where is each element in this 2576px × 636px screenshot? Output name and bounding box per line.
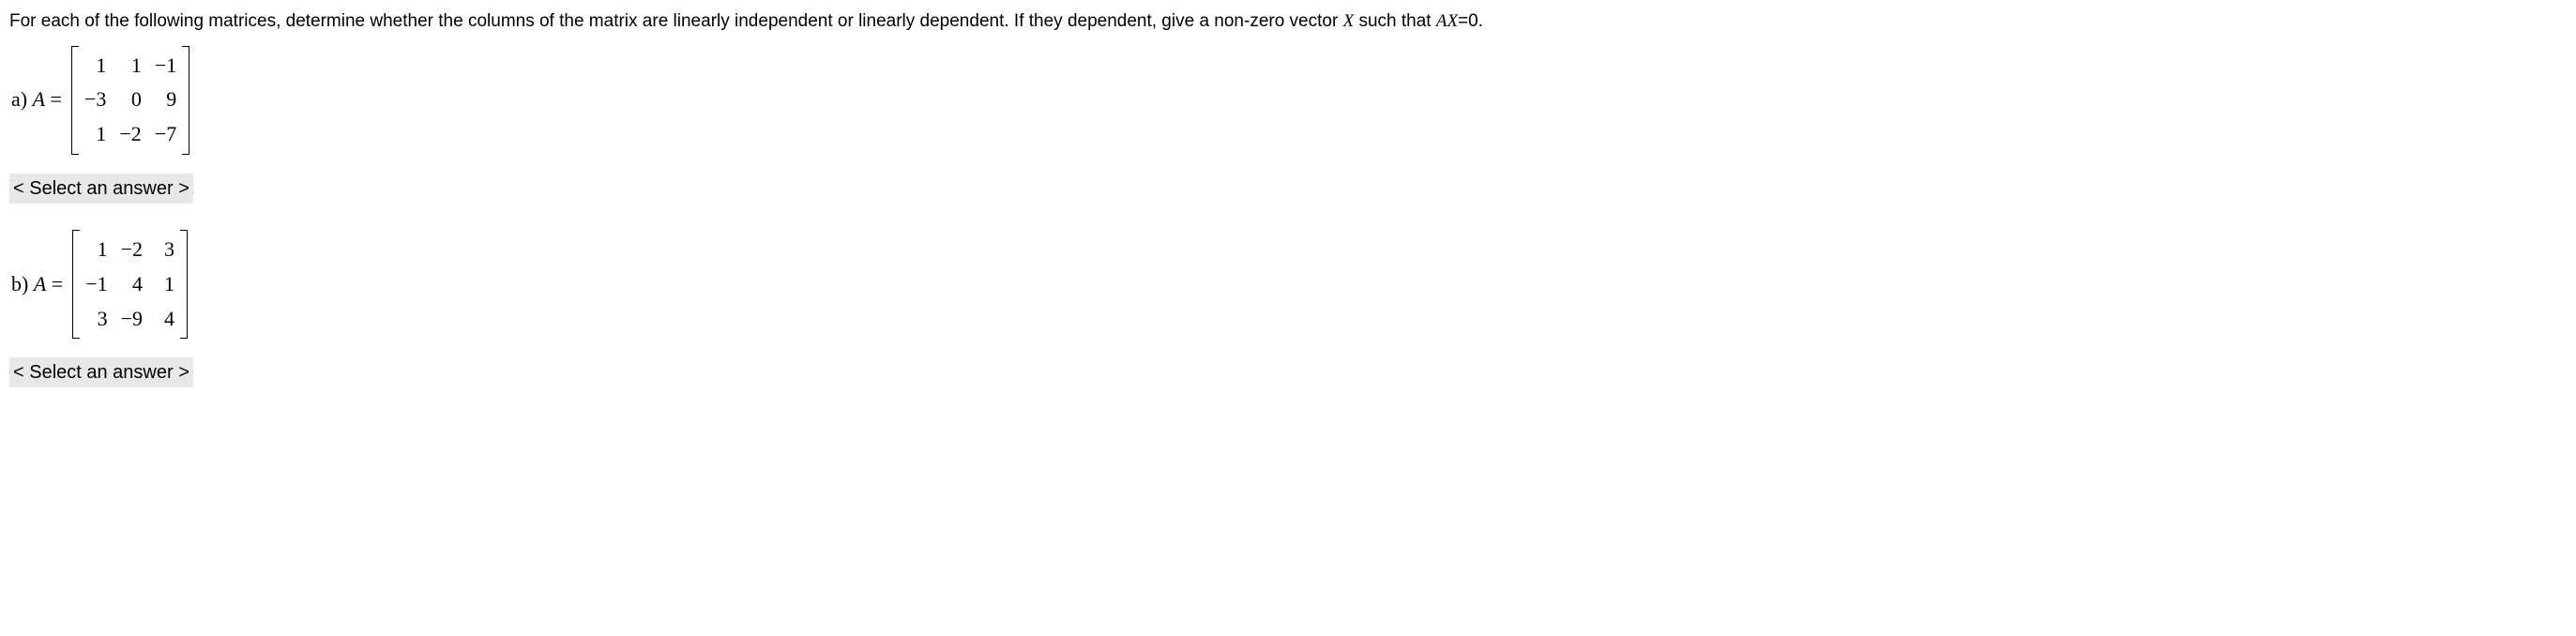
bracket-left-icon	[71, 46, 79, 155]
select-answer-a[interactable]: < Select an answer >	[9, 174, 193, 204]
matrix-b-cell: 4	[121, 270, 143, 299]
instructions-text-post: =0.	[1458, 11, 1483, 31]
bracket-left-icon	[72, 230, 80, 339]
problem-a-var: A	[33, 87, 45, 111]
instructions-text-mid: such that	[1354, 11, 1436, 31]
matrix-b-cell: −9	[121, 305, 143, 334]
matrix-b-cell: −1	[85, 270, 107, 299]
instructions-eq-ax: AX	[1436, 11, 1458, 31]
matrix-a-cell: −1	[155, 52, 176, 81]
matrix-b-cell: −2	[121, 235, 143, 265]
matrix-b-cell: 3	[156, 235, 174, 265]
matrix-a-cell: 1	[84, 52, 106, 81]
problem-b-label: b) A =	[11, 270, 63, 299]
matrix-a: 1 1 −1 −3 0 9 1 −2 −7	[71, 46, 189, 155]
matrix-b-cell: 1	[85, 235, 107, 265]
matrix-b-cell: 3	[85, 305, 107, 334]
instructions-var-x: X	[1343, 11, 1355, 31]
matrix-a-grid: 1 1 −1 −3 0 9 1 −2 −7	[79, 46, 182, 155]
matrix-b-grid: 1 −2 3 −1 4 1 3 −9 4	[80, 230, 180, 339]
instructions-text-pre: For each of the following matrices, dete…	[9, 11, 1343, 31]
matrix-b: 1 −2 3 −1 4 1 3 −9 4	[72, 230, 188, 339]
matrix-a-cell: 1	[119, 52, 141, 81]
problem-b-var: A	[34, 272, 46, 295]
matrix-b-cell: 4	[156, 305, 174, 334]
matrix-a-cell: −2	[119, 120, 141, 149]
problem-a-letter: a)	[11, 87, 33, 111]
bracket-right-icon	[182, 46, 189, 155]
problem-b-letter: b)	[11, 272, 34, 295]
matrix-a-cell: 0	[119, 85, 141, 114]
matrix-a-cell: −7	[155, 120, 176, 149]
matrix-a-cell: 9	[155, 85, 176, 114]
problem-b: b) A = 1 −2 3 −1 4 1 3 −9 4	[9, 230, 2567, 339]
matrix-a-cell: 1	[84, 120, 106, 149]
bracket-right-icon	[180, 230, 188, 339]
problem-a-label: a) A =	[11, 85, 62, 114]
problem-a-equals: =	[45, 87, 62, 111]
problem-a: a) A = 1 1 −1 −3 0 9 1 −2 −7	[9, 46, 2567, 155]
problem-b-equals: =	[46, 272, 63, 295]
instructions: For each of the following matrices, dete…	[9, 9, 2567, 35]
select-answer-b[interactable]: < Select an answer >	[9, 357, 193, 387]
matrix-a-cell: −3	[84, 85, 106, 114]
matrix-b-cell: 1	[156, 270, 174, 299]
